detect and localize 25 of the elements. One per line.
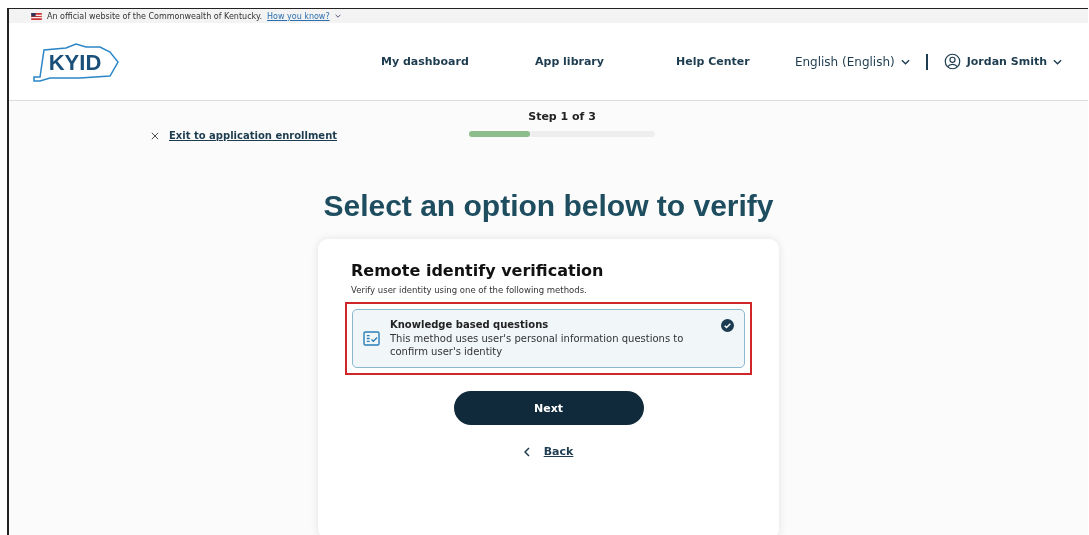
chevron-down-icon <box>1053 58 1062 65</box>
card-title: Remote identify verification <box>351 261 604 280</box>
nav-link[interactable]: My dashboard <box>381 55 535 68</box>
method-option[interactable]: Knowledge based questions This method uses user's personal information questions to confirm user's identity <box>352 309 745 368</box>
check-icon <box>721 319 734 332</box>
chevron-down-icon <box>900 58 910 65</box>
user-icon <box>943 53 961 70</box>
nav-link[interactable]: Help Center <box>676 55 750 68</box>
back-link[interactable]: Back <box>523 445 574 458</box>
language-selector[interactable]: English (English) <box>794 54 910 69</box>
chevron-left-icon <box>523 446 530 457</box>
chevron-down-icon <box>334 14 341 18</box>
option-description: This method uses user's personal information questions to confirm user's identity <box>390 332 685 358</box>
option-title: Knowledge based questions <box>390 319 550 330</box>
exit-link[interactable]: Exit to application enrollment <box>151 130 338 141</box>
card-subtitle: Verify user identity using one of the following methods. <box>351 285 587 295</box>
page-heading: Select an option below to verify <box>323 189 774 223</box>
user-menu[interactable]: Jordan Smith <box>943 53 1062 70</box>
close-icon <box>151 131 159 140</box>
banner-text: An official website of the Commonwealth of Kentucky. <box>47 11 263 21</box>
step-label: Step 1 of 3 <box>528 110 596 123</box>
flag-icon <box>31 12 42 20</box>
next-button[interactable]: Next <box>453 391 644 425</box>
how-you-know-link[interactable]: How you know? <box>267 11 330 21</box>
checklist-icon <box>363 331 380 346</box>
